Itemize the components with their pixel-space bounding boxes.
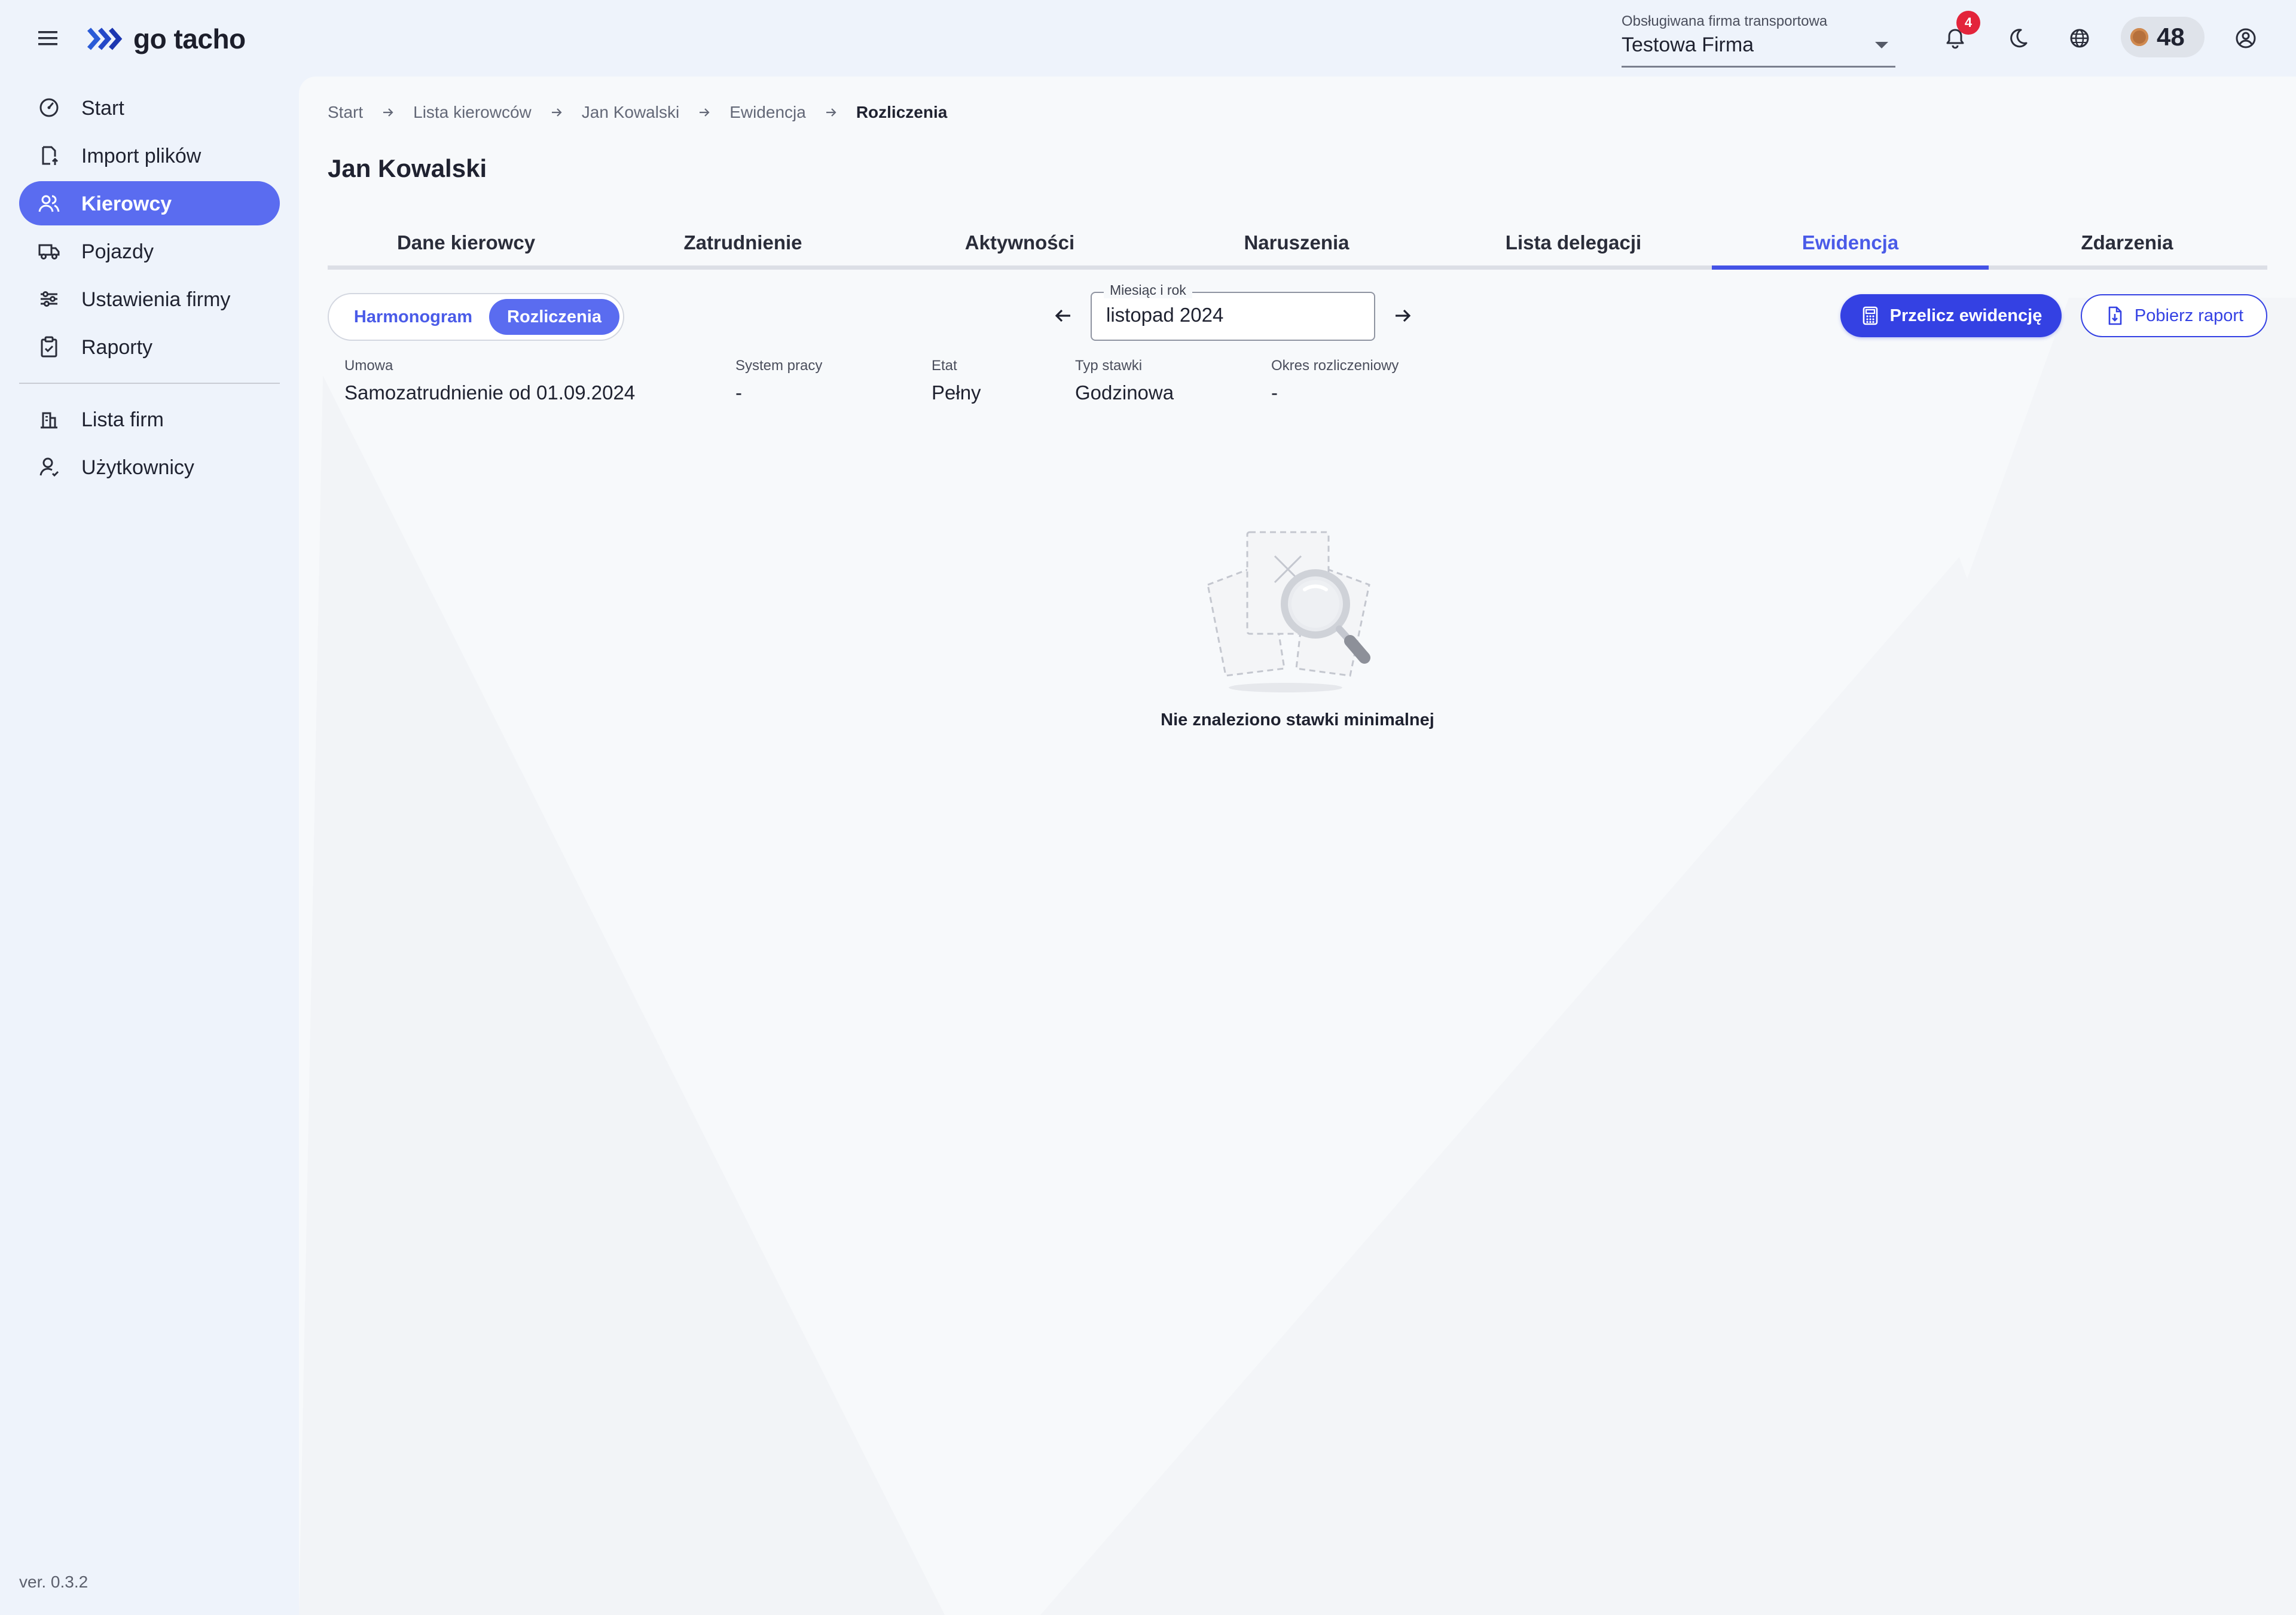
- arrow-right-icon: [824, 105, 838, 120]
- sidebar-item-import[interactable]: Import plików: [19, 133, 280, 178]
- breadcrumb-driver[interactable]: Jan Kowalski: [582, 103, 679, 122]
- month-year-label: Miesiąc i rok: [1104, 282, 1192, 298]
- sidebar-item-vehicles[interactable]: Pojazdy: [19, 229, 280, 273]
- logo-text: go tacho: [133, 23, 246, 54]
- sidebar-item-company-settings[interactable]: Ustawienia firmy: [19, 277, 280, 321]
- page-title: Jan Kowalski: [328, 154, 487, 182]
- arrow-right-icon: [697, 105, 712, 120]
- breadcrumb-records[interactable]: Ewidencja: [729, 103, 806, 122]
- info-value: Samozatrudnienie od 01.09.2024: [344, 381, 636, 404]
- company-select[interactable]: Obsługiwana firma transportowa Testowa F…: [1622, 11, 1895, 68]
- notification-badge: 4: [1956, 11, 1980, 35]
- sidebar-divider: [19, 383, 280, 384]
- dropdown-arrow-icon: [1875, 42, 1888, 48]
- contract-info-rate-type: Typ stawki Godzinowa: [1075, 358, 1174, 404]
- dashboard-icon: [39, 98, 59, 117]
- globe-icon: [2070, 29, 2089, 48]
- coin-icon: [2130, 28, 2148, 46]
- info-value: -: [735, 381, 742, 404]
- info-label: System pracy: [735, 358, 823, 374]
- sidebar-item-label: Pojazdy: [81, 240, 154, 263]
- sidebar-item-users[interactable]: Użytkownicy: [19, 445, 280, 489]
- breadcrumb: Start Lista kierowców Jan Kowalski Ewide…: [328, 100, 947, 124]
- language-button[interactable]: [2064, 23, 2095, 54]
- arrow-right-icon: [1396, 309, 1411, 322]
- recalculate-button-label: Przelicz ewidencję: [1889, 306, 2042, 325]
- coins-value: 48: [2157, 23, 2185, 51]
- tab-records[interactable]: Ewidencja: [1712, 220, 1989, 270]
- sidebar-item-drivers[interactable]: Kierowcy: [19, 181, 280, 225]
- empty-state-message: Nie znaleziono stawki minimalnej: [1161, 710, 1434, 729]
- info-value: Godzinowa: [1075, 381, 1174, 404]
- menu-icon[interactable]: [35, 25, 61, 51]
- previous-month-button[interactable]: [1048, 300, 1079, 331]
- info-value: Pełny: [932, 381, 981, 404]
- download-report-button-label: Pobierz raport: [2134, 306, 2244, 325]
- tab-driver-data[interactable]: Dane kierowcy: [328, 220, 604, 265]
- sidebar-item-label: Import plików: [81, 145, 201, 167]
- logo-chevrons-icon: [87, 28, 123, 50]
- info-label: Okres rozliczeniowy: [1271, 358, 1399, 374]
- sidebar-item-start[interactable]: Start: [19, 86, 280, 130]
- clipboard-icon: [41, 336, 57, 358]
- info-label: Umowa: [344, 358, 393, 374]
- month-year-input[interactable]: [1106, 304, 1357, 326]
- moon-icon: [2010, 29, 2028, 48]
- dark-mode-button[interactable]: [2002, 23, 2033, 54]
- file-download-icon: [2105, 306, 2125, 326]
- download-report-button[interactable]: Pobierz raport: [2081, 294, 2267, 337]
- sidebar-item-label: Kierowcy: [81, 193, 172, 215]
- breadcrumb-drivers-list[interactable]: Lista kierowców: [413, 103, 532, 122]
- calculator-icon: [1860, 306, 1880, 326]
- building-icon: [41, 412, 57, 429]
- info-label: Etat: [932, 358, 957, 374]
- view-toggle: Harmonogram Rozliczenia: [328, 293, 624, 341]
- tab-violations[interactable]: Naruszenia: [1158, 220, 1435, 265]
- sidebar-item-label: Ustawienia firmy: [81, 288, 231, 311]
- user-icon: [39, 457, 59, 477]
- coins-balance[interactable]: 48: [2121, 17, 2205, 57]
- top-bar: go tacho Obsługiwana firma transportowa …: [0, 0, 2296, 77]
- breadcrumb-current: Rozliczenia: [856, 103, 948, 121]
- sidebar-item-reports[interactable]: Raporty: [19, 325, 280, 369]
- sliders-icon: [41, 291, 57, 307]
- arrow-right-icon: [381, 105, 395, 120]
- contract-info-contract: Umowa Samozatrudnienie od 01.09.2024: [344, 358, 635, 404]
- month-year-field[interactable]: Miesiąc i rok: [1091, 282, 1375, 341]
- sidebar-item-companies[interactable]: Lista firm: [19, 397, 280, 441]
- info-value: -: [1271, 381, 1278, 404]
- contract-info-fte: Etat Pełny: [932, 358, 981, 404]
- toggle-schedule[interactable]: Harmonogram: [336, 299, 490, 335]
- file-import-icon: [42, 146, 59, 165]
- recalculate-button[interactable]: Przelicz ewidencję: [1840, 294, 2062, 337]
- sidebar-item-label: Użytkownicy: [81, 456, 194, 479]
- search-empty-icon: [1207, 531, 1370, 692]
- users-icon: [38, 195, 60, 212]
- driver-tabs: Dane kierowcy Zatrudnienie Aktywności Na…: [328, 220, 2267, 270]
- info-label: Typ stawki: [1075, 358, 1143, 374]
- toggle-settlements[interactable]: Rozliczenia: [489, 299, 619, 335]
- company-select-value: Testowa Firma: [1622, 33, 1754, 56]
- account-button[interactable]: [2230, 23, 2261, 54]
- next-month-button[interactable]: [1387, 300, 1418, 331]
- tab-activities[interactable]: Aktywności: [881, 220, 1158, 265]
- sidebar-item-label: Lista firm: [81, 408, 164, 431]
- sidebar-item-label: Raporty: [81, 336, 153, 359]
- app-logo[interactable]: go tacho: [87, 18, 246, 60]
- app-version: ver. 0.3.2: [19, 1573, 88, 1591]
- contract-info-settlement-period: Okres rozliczeniowy -: [1271, 358, 1399, 404]
- tab-delegations[interactable]: Lista delegacji: [1435, 220, 1712, 265]
- breadcrumb-start[interactable]: Start: [328, 103, 363, 122]
- account-icon: [2236, 28, 2256, 48]
- truck-icon: [38, 244, 60, 260]
- company-select-label: Obsługiwana firma transportowa: [1622, 13, 1828, 29]
- tab-events[interactable]: Zdarzenia: [1989, 220, 2266, 265]
- tab-employment[interactable]: Zatrudnienie: [604, 220, 881, 265]
- arrow-right-icon: [549, 105, 564, 120]
- sidebar-item-label: Start: [81, 97, 124, 120]
- main-panel: Start Lista kierowców Jan Kowalski Ewide…: [299, 77, 2296, 1615]
- arrow-left-icon: [1055, 309, 1070, 322]
- contract-info-work-system: System pracy -: [735, 358, 822, 404]
